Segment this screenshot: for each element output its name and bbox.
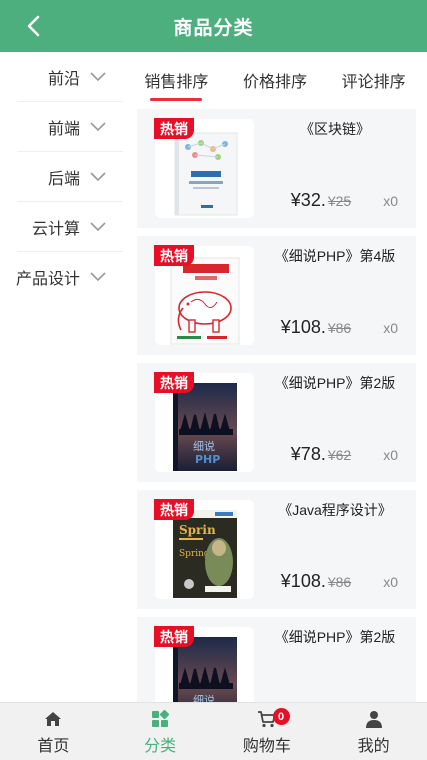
hot-badge: 热销	[154, 499, 194, 520]
top-nav-bar: 商品分类	[0, 0, 427, 52]
tab-review-sort[interactable]: 评论排序	[342, 52, 406, 108]
back-button[interactable]	[14, 0, 54, 52]
tab-label: 购物车	[242, 737, 291, 755]
product-name: 《Java程序设计》	[278, 502, 392, 518]
price-row: ¥32. ¥25 x0	[291, 190, 398, 211]
svg-text:Sprin: Sprin	[179, 523, 216, 537]
sidebar-item-frontend[interactable]: 前端	[17, 102, 123, 152]
svg-text:细说: 细说	[193, 693, 215, 702]
sidebar-item-cloud[interactable]: 云计算	[17, 202, 123, 252]
category-icon	[152, 709, 170, 727]
sidebar-item-frontier[interactable]: 前沿	[17, 52, 123, 102]
cart-quantity: x0	[383, 320, 398, 336]
tab-cart[interactable]: 0 购物车	[214, 703, 321, 760]
product-name: 《细说PHP》第2版	[274, 629, 396, 645]
chevron-down-icon	[90, 221, 106, 231]
product-card[interactable]: 热销 Sprin Spring 《Java程序设计》 ¥108. ¥86 x0	[137, 490, 416, 609]
bottom-tab-bar: 首页 分类 0 购物车 我的	[0, 702, 427, 760]
product-name: 《细说PHP》第4版	[274, 248, 396, 264]
tab-sales-sort[interactable]: 销售排序	[144, 52, 208, 108]
product-card[interactable]: 热销 细说 PHP 《细说PHP》第2版	[137, 363, 416, 482]
hot-badge: 热销	[154, 245, 194, 266]
sidebar-item-backend[interactable]: 后端	[17, 152, 123, 202]
product-card[interactable]: 热销 《细说PHP》第4版 ¥108. ¥86 x0	[137, 236, 416, 355]
svg-text:PHP: PHP	[195, 453, 220, 466]
tab-price-sort[interactable]: 价格排序	[243, 52, 307, 108]
original-price: ¥62	[327, 447, 352, 463]
hot-badge: 热销	[154, 118, 194, 139]
chevron-down-icon	[90, 121, 106, 131]
product-name: 《细说PHP》第2版	[274, 375, 396, 391]
user-icon	[365, 710, 382, 728]
product-name: 《区块链》	[300, 121, 370, 137]
sidebar-item-label: 产品设计	[15, 271, 80, 288]
price-row: ¥78. ¥62 x0	[291, 444, 398, 465]
product-price: ¥108.	[280, 571, 326, 591]
hot-badge: 热销	[154, 626, 194, 647]
product-price: ¥32.	[290, 190, 326, 210]
original-price: ¥25	[327, 193, 352, 209]
product-price: ¥78.	[290, 444, 326, 464]
chevron-down-icon	[90, 171, 106, 181]
original-price: ¥86	[327, 320, 352, 336]
sidebar-item-label: 前端	[47, 120, 80, 138]
sidebar-item-product-design[interactable]: 产品设计	[0, 252, 123, 302]
chevron-left-icon	[27, 15, 40, 37]
home-icon	[45, 711, 62, 726]
product-list: 热销 《区块链》 ¥32. ¥25 x0 热销 《细说PHP》第4版 ¥108.…	[137, 109, 416, 702]
original-price: ¥86	[327, 574, 352, 590]
cart-count-badge: 0	[272, 708, 290, 725]
sort-tabs: 销售排序 价格排序 评论排序	[123, 52, 427, 108]
cart-quantity: x0	[383, 447, 398, 463]
sidebar-item-label: 云计算	[31, 220, 80, 238]
price-row: ¥108. ¥86 x0	[281, 317, 398, 338]
sidebar-item-label: 后端	[47, 170, 80, 188]
tab-mine[interactable]: 我的	[320, 703, 427, 760]
tab-home[interactable]: 首页	[0, 703, 107, 760]
product-card[interactable]: 热销 《区块链》 ¥32. ¥25 x0	[137, 109, 416, 228]
product-price: ¥108.	[280, 317, 326, 337]
sidebar-item-label: 前沿	[47, 70, 80, 88]
hot-badge: 热销	[154, 372, 194, 393]
svg-text:细说: 细说	[193, 439, 215, 453]
cart-quantity: x0	[383, 193, 398, 209]
cart-quantity: x0	[383, 574, 398, 590]
tab-label: 首页	[37, 737, 70, 755]
price-row: ¥108. ¥86 x0	[281, 571, 398, 592]
category-sidebar: 前沿 前端 后端 云计算 产品设计	[0, 52, 123, 702]
product-card[interactable]: 热销 细说 PHP 《细说PHP》第2版	[137, 617, 416, 702]
product-panel: 销售排序 价格排序 评论排序 热销 《区块链》 ¥32. ¥25 x0 热销 《…	[123, 52, 427, 702]
tab-category[interactable]: 分类	[107, 703, 214, 760]
page-title: 商品分类	[173, 17, 254, 39]
tab-label: 我的	[357, 737, 390, 755]
tab-label: 分类	[144, 737, 177, 755]
chevron-down-icon	[90, 71, 106, 81]
chevron-down-icon	[90, 272, 106, 282]
